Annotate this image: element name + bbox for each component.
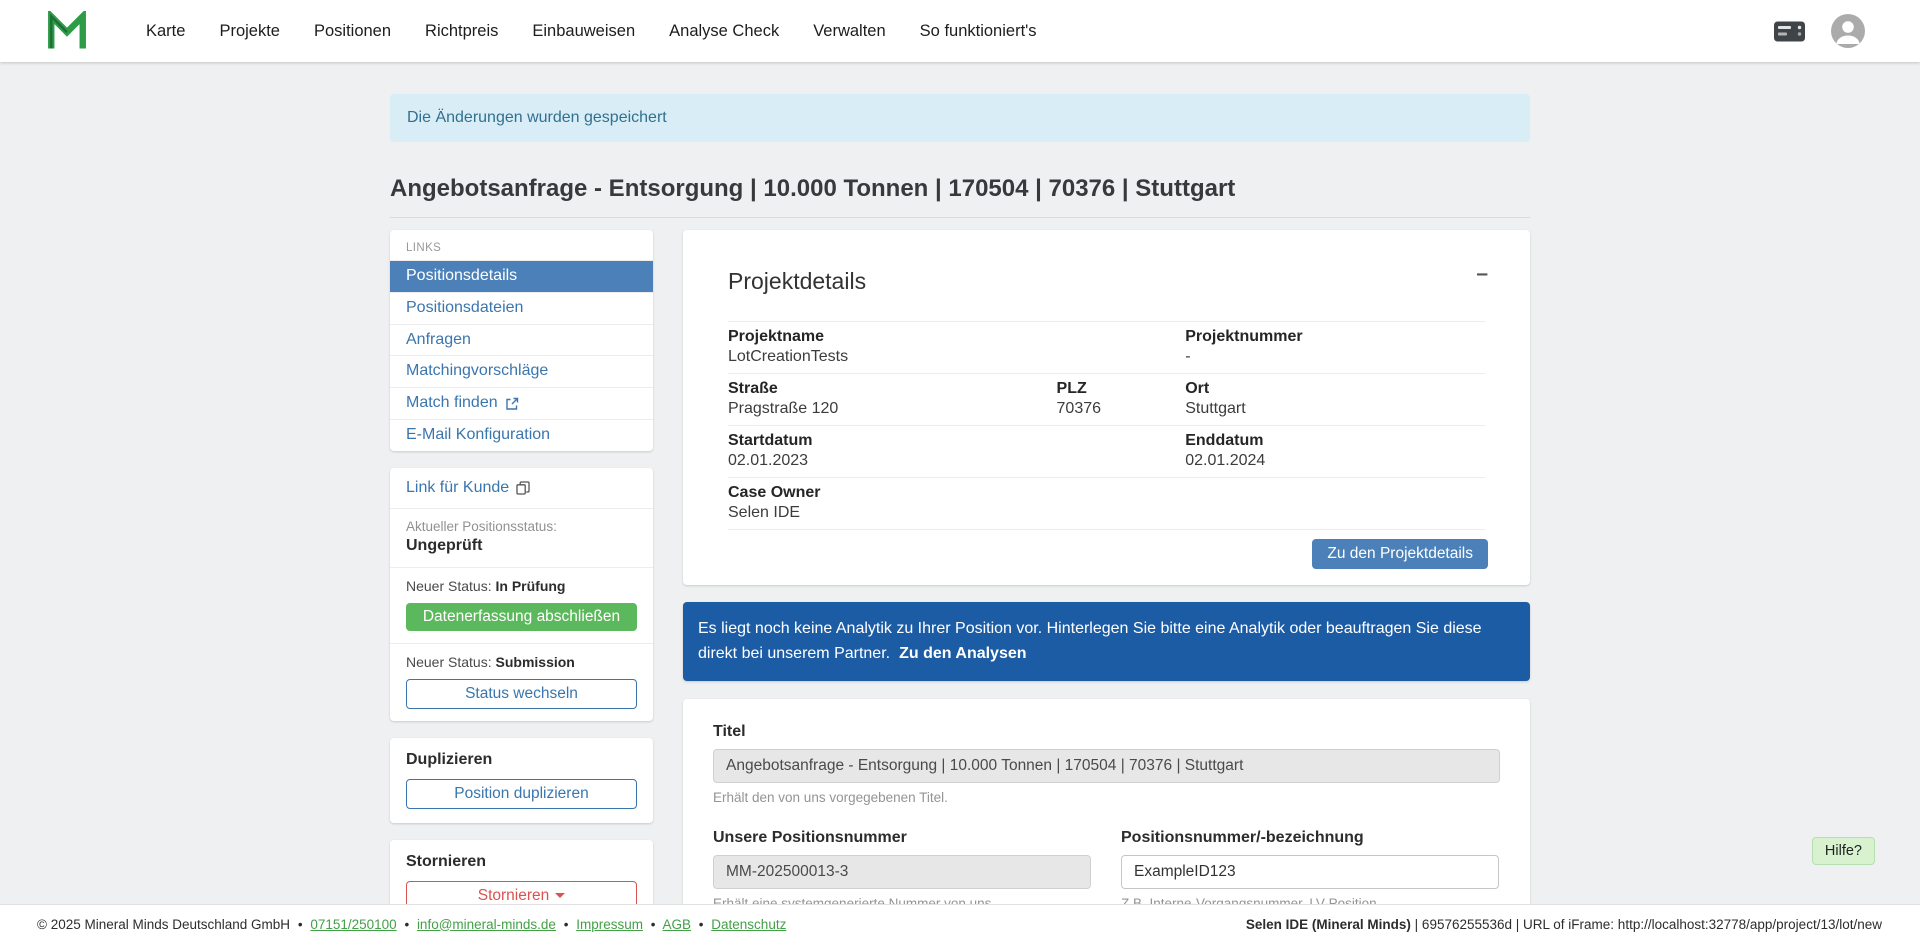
duplicate-position-button[interactable]: Position duplizieren	[406, 779, 637, 809]
go-to-project-details-button[interactable]: Zu den Projektdetails	[1312, 539, 1488, 569]
cancel-button-label: Stornieren	[478, 887, 550, 904]
collapse-icon[interactable]: –	[1476, 262, 1488, 286]
links-header: LINKS	[390, 230, 653, 260]
project-details-title: Projektdetails	[728, 268, 1485, 295]
field-case-owner: Case Owner Selen IDE	[728, 483, 1485, 524]
switch-status-button[interactable]: Status wechseln	[406, 679, 637, 709]
nav-item-richtpreis[interactable]: Richtpreis	[425, 22, 498, 41]
bezeichnung-input[interactable]	[1121, 855, 1499, 889]
cancel-title: Stornieren	[390, 840, 653, 873]
field-projektnummer: Projektnummer -	[1185, 327, 1485, 368]
field-ort: Ort Stuttgart	[1185, 379, 1485, 420]
next-status-pruefung-section: Neuer Status: In Prüfung Datenerfassung …	[390, 567, 653, 643]
sidebar-item-email-konfiguration[interactable]: E-Mail Konfiguration	[390, 419, 653, 451]
analytics-info-banner: Es liegt noch keine Analytik zu Ihrer Po…	[683, 602, 1530, 682]
mineral-minds-logo-icon	[46, 11, 88, 51]
customer-link-label: Link für Kunde	[406, 479, 509, 497]
next-status-prefix: Neuer Status:	[406, 654, 492, 670]
footer-user-name: Selen IDE (Mineral Minds)	[1246, 917, 1411, 932]
footer-left: © 2025 Mineral Minds Deutschland GmbH • …	[37, 917, 786, 932]
field-startdatum: Startdatum 02.01.2023	[728, 431, 1185, 472]
footer-right: Selen IDE (Mineral Minds) | 69576255536d…	[1246, 917, 1882, 932]
sidebar-item-label: E-Mail Konfiguration	[406, 423, 550, 448]
footer-phone-link[interactable]: 07151/250100	[310, 917, 396, 932]
brand-logo[interactable]	[46, 9, 90, 53]
next-status-value: Submission	[496, 654, 575, 670]
titel-input	[713, 749, 1500, 783]
footer-impressum-link[interactable]: Impressum	[576, 917, 643, 932]
sidebar-item-label: Positionsdetails	[406, 264, 517, 289]
bezeichnung-label: Positionsnummer/-bezeichnung	[1121, 829, 1499, 847]
next-status-line: Neuer Status: Submission	[406, 654, 637, 670]
top-navbar: Karte Projekte Positionen Richtpreis Ein…	[0, 0, 1920, 62]
main-content: Projektdetails – Projektname LotCreation…	[683, 230, 1530, 943]
sidebar: LINKS Positionsdetails Positionsdateien …	[390, 230, 653, 942]
separator: •	[298, 917, 303, 932]
duplicate-title: Duplizieren	[390, 738, 653, 771]
nav-item-so-funktionierts[interactable]: So funktioniert's	[920, 22, 1037, 41]
footer: © 2025 Mineral Minds Deutschland GmbH • …	[0, 904, 1920, 943]
footer-datenschutz-link[interactable]: Datenschutz	[711, 917, 786, 932]
next-status-line: Neuer Status: In Prüfung	[406, 578, 637, 594]
next-status-submission-section: Neuer Status: Submission Status wechseln	[390, 643, 653, 721]
field-projektname: Projektname LotCreationTests	[728, 327, 1185, 368]
sidebar-item-positionsdetails[interactable]: Positionsdetails	[390, 260, 653, 292]
sidebar-item-matchingvorschlaege[interactable]: Matchingvorschläge	[390, 355, 653, 387]
nav-item-projekte[interactable]: Projekte	[219, 22, 280, 41]
next-status-value: In Prüfung	[496, 578, 566, 594]
finish-data-entry-button[interactable]: Datenerfassung abschließen	[406, 603, 637, 631]
separator: •	[564, 917, 569, 932]
footer-session-info: | 69576255536d | URL of iFrame: http://l…	[1411, 917, 1882, 932]
dropdown-caret-icon	[555, 893, 565, 898]
nav-item-verwalten[interactable]: Verwalten	[813, 22, 885, 41]
external-link-icon	[505, 397, 519, 411]
copyright-text: © 2025 Mineral Minds Deutschland GmbH	[37, 917, 290, 932]
positionsnummer-input	[713, 855, 1091, 889]
customer-link[interactable]: Link für Kunde	[390, 468, 653, 508]
status-card: Link für Kunde Aktueller Positionsstatus…	[390, 468, 653, 721]
separator: •	[651, 917, 656, 932]
success-alert: Die Änderungen wurden gespeichert	[390, 94, 1530, 142]
nav-item-analyse-check[interactable]: Analyse Check	[669, 22, 779, 41]
project-details-card: Projektdetails – Projektname LotCreation…	[683, 230, 1530, 585]
user-icon	[1830, 13, 1866, 49]
sidebar-item-label: Positionsdateien	[406, 296, 523, 321]
nav-item-einbauweisen[interactable]: Einbauweisen	[532, 22, 635, 41]
analytics-banner-text: Es liegt noch keine Analytik zu Ihrer Po…	[698, 620, 1482, 662]
field-plz: PLZ 70376	[1057, 379, 1186, 420]
nav-item-karte[interactable]: Karte	[146, 22, 185, 41]
current-status-value: Ungeprüft	[406, 537, 637, 555]
duplicate-card: Duplizieren Position duplizieren	[390, 738, 653, 823]
field-strasse: Straße Pragstraße 120	[728, 379, 1057, 420]
titel-label: Titel	[713, 723, 1500, 741]
main-navigation: Karte Projekte Positionen Richtpreis Ein…	[146, 22, 1037, 41]
go-to-analyses-link[interactable]: Zu den Analysen	[899, 645, 1026, 662]
separator: •	[404, 917, 409, 932]
server-icon[interactable]	[1773, 20, 1806, 43]
sidebar-item-label: Anfragen	[406, 328, 471, 353]
sidebar-links-card: LINKS Positionsdetails Positionsdateien …	[390, 230, 653, 451]
next-status-prefix: Neuer Status:	[406, 578, 492, 594]
project-details-table: Projektname LotCreationTests Projektnumm…	[728, 321, 1485, 530]
current-status-section: Aktueller Positionsstatus: Ungeprüft	[390, 508, 653, 567]
page-title: Angebotsanfrage - Entsorgung | 10.000 To…	[390, 175, 1530, 218]
sidebar-item-match-finden[interactable]: Match finden	[390, 387, 653, 419]
footer-agb-link[interactable]: AGB	[663, 917, 692, 932]
sidebar-item-label: Matchingvorschläge	[406, 359, 548, 384]
sidebar-item-label: Match finden	[406, 391, 498, 416]
sidebar-item-positionsdateien[interactable]: Positionsdateien	[390, 292, 653, 324]
field-enddatum: Enddatum 02.01.2024	[1185, 431, 1485, 472]
user-avatar[interactable]	[1830, 13, 1866, 49]
nav-item-positionen[interactable]: Positionen	[314, 22, 391, 41]
help-button[interactable]: Hilfe?	[1812, 837, 1875, 865]
footer-email-link[interactable]: info@mineral-minds.de	[417, 917, 556, 932]
separator: •	[699, 917, 704, 932]
copy-icon[interactable]	[516, 481, 530, 495]
positionsnummer-label: Unsere Positionsnummer	[713, 829, 1091, 847]
current-status-label: Aktueller Positionsstatus:	[406, 519, 637, 534]
titel-help: Erhält den von uns vorgegebenen Titel.	[713, 790, 1500, 805]
sidebar-item-anfragen[interactable]: Anfragen	[390, 324, 653, 356]
navbar-right-group	[1773, 13, 1866, 49]
